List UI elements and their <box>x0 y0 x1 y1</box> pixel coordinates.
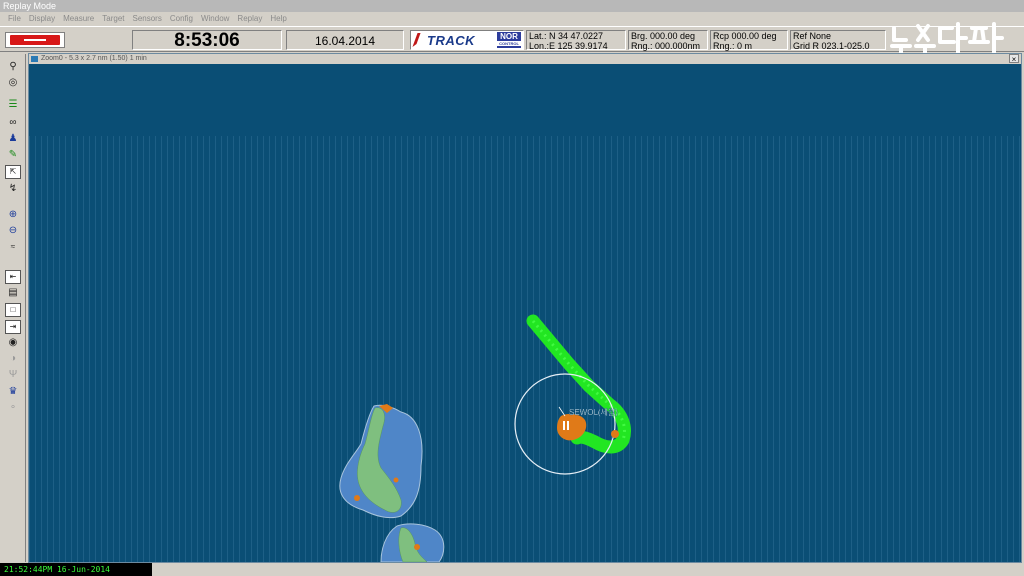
left-toolbar: ⚲ ◎ ☰ ∞ ♟ ✎ ⇱ ↯ ⊕ ⊖ ≈ ⇤ ▤ □ ⇥ ◉ ◑ Ψ ♛ ∘ <box>0 54 26 562</box>
zoom-in-icon[interactable]: ⊕ <box>5 208 21 222</box>
menu-help[interactable]: Help <box>266 12 290 26</box>
echo-south <box>414 544 420 550</box>
menu-display[interactable]: Display <box>25 12 59 26</box>
window-icon[interactable]: □ <box>5 303 21 317</box>
norcontrol-name: NOR <box>500 32 518 41</box>
clock: 8:53:06 <box>132 30 282 51</box>
info-bar: 8:53:06 16.04.2014 TRACK NOR CONTROL Lat… <box>0 26 1024 52</box>
radar-display[interactable]: SEWOL(세월) <box>29 64 1021 562</box>
title-bar: Replay Mode <box>0 0 1024 12</box>
book-icon[interactable]: ▤ <box>5 286 21 300</box>
antenna-dim-icon[interactable]: Ψ <box>5 368 21 382</box>
wand-dim-icon[interactable]: ∘ <box>5 401 21 415</box>
status-bar-rest <box>152 563 1024 576</box>
search-icon[interactable]: ⚲ <box>5 60 21 74</box>
logo-button[interactable] <box>5 32 65 48</box>
range: Rng.: 000.000nm <box>631 41 701 51</box>
zoom-window-icon <box>31 56 38 62</box>
norcontrol-sub: CONTROL <box>497 41 521 46</box>
grid: Grid R 023.1-025.0 <box>793 41 870 51</box>
watermark-glyph-icon <box>890 22 1004 58</box>
binoculars-track-icon[interactable]: ∞ <box>5 116 21 130</box>
menu-replay[interactable]: Replay <box>233 12 266 26</box>
lightning-icon[interactable]: ↯ <box>5 182 21 196</box>
echo-trail <box>611 430 619 438</box>
vessel-marker-b <box>567 421 569 430</box>
rcp: Rcp 000.00 deg <box>713 31 777 41</box>
pen-icon[interactable]: ✎ <box>5 148 21 162</box>
menu-measure[interactable]: Measure <box>59 12 98 26</box>
menu-file[interactable]: File <box>4 12 25 26</box>
radar-dim-icon[interactable]: ◑ <box>5 352 21 366</box>
zoom-window: Zoom0 - 5.3 x 2.7 nm (1.50) 1 min × SEWO… <box>28 53 1022 563</box>
bearing-readout: Brg. 000.00 deg Rng.: 000.000nm <box>628 30 708 51</box>
person-icon[interactable]: ♟ <box>5 132 21 146</box>
bearing: Brg. 000.00 deg <box>631 31 696 41</box>
reference: Ref None <box>793 31 832 41</box>
panel-in-icon[interactable]: ⇤ <box>5 270 21 284</box>
range-icon[interactable]: ≈ <box>5 240 21 254</box>
menu-config[interactable]: Config <box>166 12 197 26</box>
vtrack-logo: TRACK NOR CONTROL <box>410 30 524 50</box>
cursor-select-icon[interactable]: ⇱ <box>5 165 21 179</box>
zoom-title-bar: Zoom0 - 5.3 x 2.7 nm (1.50) 1 min × <box>29 54 1021 64</box>
menu-bar: File Display Measure Target Sensors Conf… <box>0 12 1024 26</box>
replay-app: Replay Mode File Display Measure Target … <box>0 0 1024 576</box>
scan-lines <box>29 136 1021 562</box>
close-button[interactable]: × <box>1009 54 1019 64</box>
binoculars-icon[interactable]: ◉ <box>5 336 21 350</box>
range-meters: Rng.: 0 m <box>713 41 753 51</box>
position-readout: Lat.: N 34 47.0227 Lon.:E 125 39.9174 <box>526 30 626 51</box>
vessel-logo-icon <box>10 35 60 45</box>
echo-north-shore <box>354 495 360 501</box>
longitude: Lon.:E 125 39.9174 <box>529 41 608 51</box>
brand-name: TRACK <box>427 33 475 48</box>
target-icon[interactable]: ◎ <box>5 76 21 90</box>
echo-north-east <box>393 477 399 483</box>
status-bar: 21:52:44PM 16-Jun-2014 <box>0 563 152 576</box>
vessel-label: SEWOL(세월) <box>569 407 618 417</box>
norcontrol-logo: NOR CONTROL <box>497 32 521 48</box>
reference-readout: Ref None Grid R 023.1-025.0 <box>790 30 886 51</box>
menu-window[interactable]: Window <box>197 12 233 26</box>
panel-out-icon[interactable]: ⇥ <box>5 320 21 334</box>
user-pen-icon[interactable]: ♛ <box>5 385 21 399</box>
menu-target[interactable]: Target <box>98 12 128 26</box>
date-display: 16.04.2014 <box>286 30 404 50</box>
layers-icon[interactable]: ☰ <box>5 98 21 112</box>
latitude: Lat.: N 34 47.0227 <box>529 31 604 41</box>
zoom-title: Zoom0 - 5.3 x 2.7 nm (1.50) 1 min <box>41 55 147 62</box>
window-title: Replay Mode <box>3 1 57 11</box>
vessel-marker <box>563 421 565 430</box>
zoom-out-icon[interactable]: ⊖ <box>5 224 21 238</box>
rcp-readout: Rcp 000.00 deg Rng.: 0 m <box>710 30 788 51</box>
menu-sensors[interactable]: Sensors <box>128 12 165 26</box>
